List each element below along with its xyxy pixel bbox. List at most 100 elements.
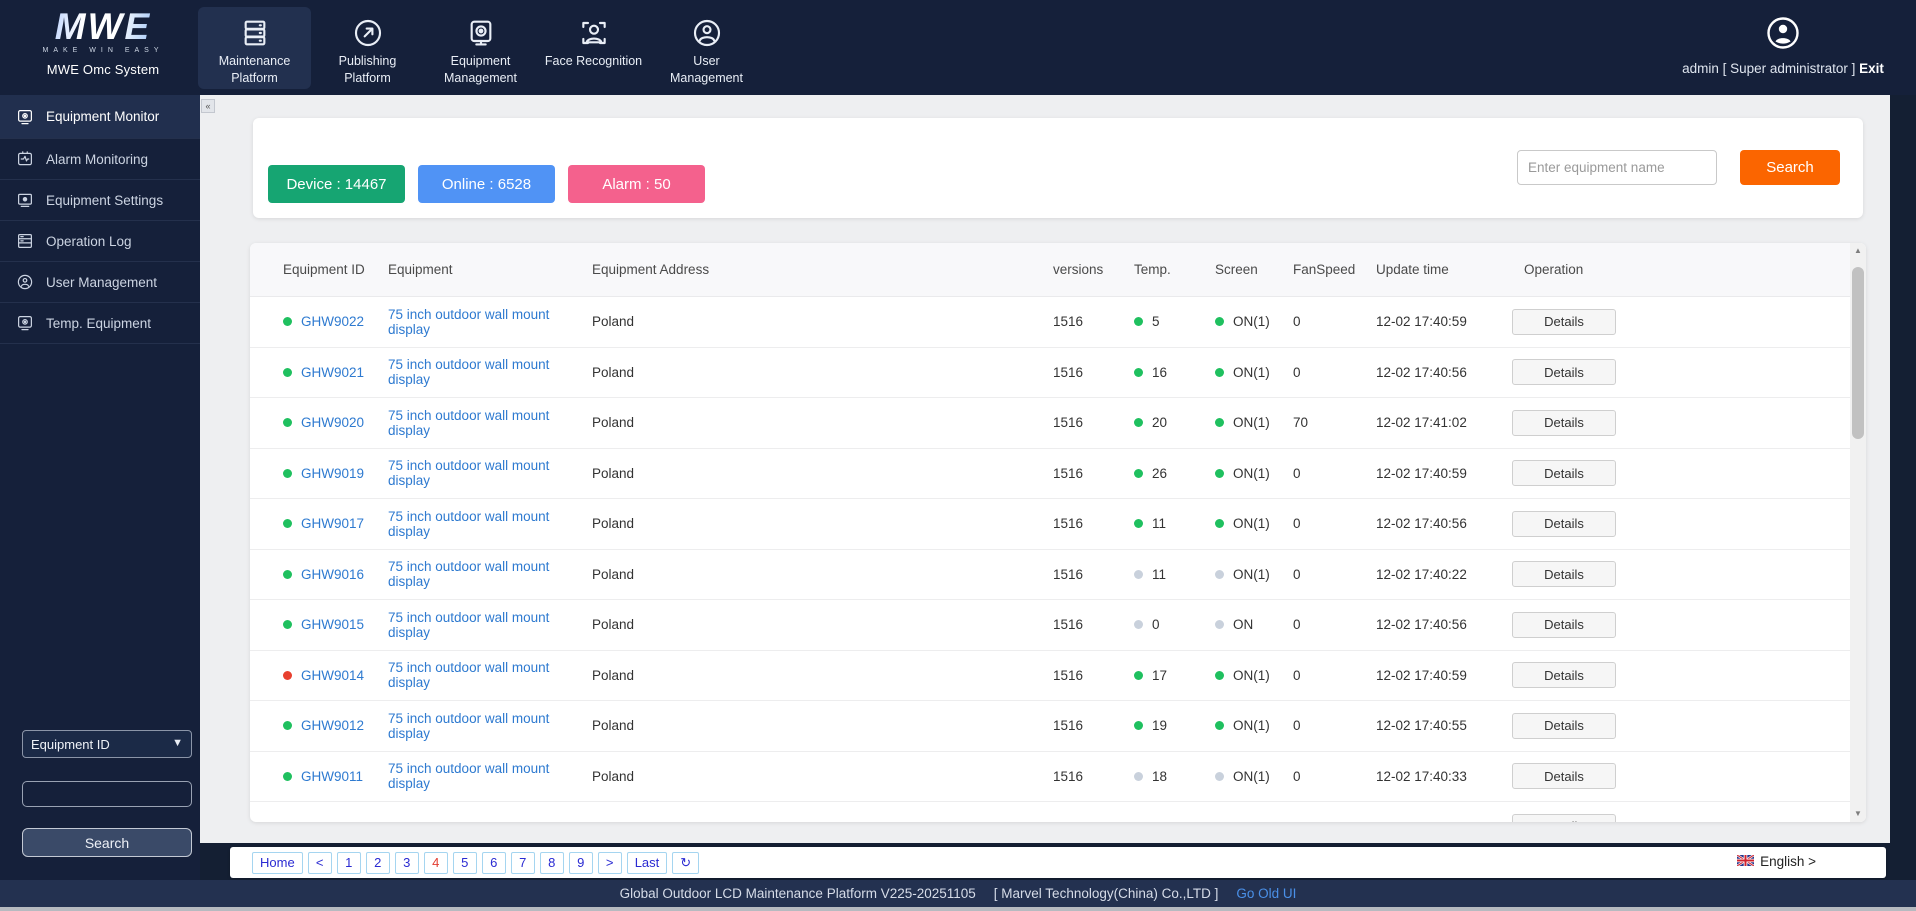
nav-tab-user-management[interactable]: User Management [650, 7, 763, 89]
operation-cell: Details [1512, 409, 1866, 436]
table-scrollbar[interactable]: ▲ ▼ [1850, 243, 1866, 822]
table-row: GHW9011 75 inch outdoor wall mount displa… [250, 752, 1866, 802]
nav-tab-face-recognition[interactable]: Face Recognition [537, 7, 650, 89]
sidebar-item-operation-log[interactable]: Operation Log [0, 221, 200, 262]
equipment-address-cell: Poland [592, 314, 635, 330]
sidebar-item-label: Operation Log [46, 233, 132, 249]
page-button-[interactable]: < [307, 851, 332, 874]
screen-value: ON(1) [1233, 364, 1270, 380]
equipment-id-link[interactable]: GHW9011 [301, 769, 363, 784]
temp-cell: 20 [1134, 415, 1215, 430]
page-button-8[interactable]: 8 [539, 851, 564, 874]
equipment-id-link[interactable]: GHW9022 [301, 314, 364, 329]
equipment-link[interactable]: 75 inch outdoor wall mount display [388, 509, 549, 539]
page-button-7[interactable]: 7 [510, 851, 535, 874]
page-button-9[interactable]: 9 [568, 851, 593, 874]
table-body: GHW9022 75 inch outdoor wall mount displa… [250, 297, 1866, 822]
table-row: GHW9022 75 inch outdoor wall mount displa… [250, 297, 1866, 348]
equipment-link[interactable]: 75 inch outdoor wall mount display [388, 761, 549, 791]
equipment-id-link[interactable]: GHW9015 [301, 617, 364, 632]
details-button[interactable]: Details [1512, 662, 1616, 689]
details-button[interactable]: Details [1512, 611, 1616, 638]
page-button-6[interactable]: 6 [481, 851, 506, 874]
details-button[interactable]: Details [1512, 561, 1616, 588]
equipment-address-cell: Poland [592, 768, 635, 784]
equipment-id-cell: GHW9011 [283, 769, 388, 784]
equipment-link[interactable]: 75 inch outdoor wall mount display [388, 559, 549, 589]
page-button-1[interactable]: 1 [336, 851, 361, 874]
equipment-link[interactable]: 75 inch outdoor wall mount display [388, 458, 549, 488]
equipment-link[interactable]: 75 inch outdoor wall mount display [388, 357, 549, 387]
details-button[interactable]: Details [1512, 712, 1616, 739]
equipment-id-link[interactable]: GHW9017 [301, 516, 364, 531]
details-button[interactable]: Details [1512, 409, 1616, 436]
status-dot-green [283, 367, 292, 377]
avatar-icon[interactable] [1766, 16, 1800, 55]
sidebar-collapse-toggle[interactable]: « [201, 99, 215, 113]
screen-status-dot [1215, 418, 1224, 428]
equipment-link[interactable]: 75 inch outdoor wall mount display [388, 307, 549, 337]
page-button-4[interactable]: 4 [423, 851, 448, 874]
sidebar-item-equipment-settings[interactable]: Equipment Settings [0, 180, 200, 221]
equipment-id-link[interactable]: GHW9014 [301, 668, 364, 683]
sidebar-item-alarm-monitoring[interactable]: Alarm Monitoring [0, 139, 200, 180]
equipment-cell: 75 inch outdoor wall mount display [388, 761, 592, 791]
refresh-icon[interactable]: ↻ [672, 851, 700, 874]
equipment-id-select[interactable]: Equipment ID [22, 730, 192, 758]
details-button[interactable]: Details [1512, 510, 1616, 537]
nav-tab-equipment-management[interactable]: Equipment Management [424, 7, 537, 89]
status-dot-red [283, 670, 292, 680]
sidebar-item-temp-equipment[interactable]: Temp. Equipment [0, 303, 200, 344]
stat-button-online[interactable]: Online : 6528 [418, 165, 555, 203]
page-button-home[interactable]: Home [252, 851, 303, 874]
screen-value: ON(1) [1233, 768, 1270, 784]
sidebar-item-equipment-monitor[interactable]: Equipment Monitor [0, 95, 200, 139]
details-button[interactable]: Details [1512, 359, 1616, 386]
equipment-id-link[interactable]: GHW9012 [301, 718, 364, 733]
equipment-id-link[interactable]: GHW9020 [301, 415, 364, 430]
fanspeed-cell: 0 [1293, 465, 1301, 481]
stat-button-device[interactable]: Device : 14467 [268, 165, 405, 203]
temp-status-dot [1134, 468, 1143, 478]
equipment-id-link[interactable]: GHW9016 [301, 567, 364, 582]
exit-button[interactable]: Exit [1859, 61, 1884, 76]
operation-cell: Details [1512, 662, 1866, 689]
page-button-5[interactable]: 5 [452, 851, 477, 874]
equipment-link[interactable]: 75 inch outdoor wall mount display [388, 408, 549, 438]
nav-tab-publishing-platform[interactable]: Publishing Platform [311, 7, 424, 89]
scroll-down-icon[interactable]: ▼ [1850, 806, 1866, 822]
page-button-[interactable]: > [597, 851, 622, 874]
details-button[interactable]: Details [1512, 460, 1616, 487]
page-button-3[interactable]: 3 [394, 851, 419, 874]
status-dot-green [283, 418, 292, 428]
details-button[interactable]: Details [1512, 763, 1616, 790]
equipment-link[interactable]: 75 inch outdoor wall mount display [388, 711, 549, 741]
sidebar-search-button[interactable]: Search [22, 828, 192, 857]
monitor-gear-icon [465, 16, 497, 50]
go-old-ui-link[interactable]: Go Old UI [1236, 886, 1296, 901]
page-button-last[interactable]: Last [626, 851, 668, 874]
scrollbar-thumb[interactable] [1852, 267, 1864, 439]
details-button[interactable]: Details [1512, 813, 1616, 822]
equipment-id-link[interactable]: GHW9021 [301, 365, 364, 380]
temp-value: 5 [1152, 314, 1160, 330]
details-button[interactable]: Details [1512, 308, 1616, 335]
page-button-2[interactable]: 2 [365, 851, 390, 874]
table-header-row: Equipment ID Equipment Equipment Address ve… [250, 243, 1866, 297]
scroll-up-icon[interactable]: ▲ [1850, 243, 1866, 259]
sidebar-filter-input[interactable] [22, 781, 192, 807]
screen-cell: ON(1) [1215, 567, 1293, 582]
equipment-id-link[interactable]: GHW9019 [301, 466, 364, 481]
column-header-update-time: Update time [1376, 262, 1449, 277]
language-label[interactable]: English > [1760, 854, 1816, 869]
nav-tab-maintenance-platform[interactable]: Maintenance Platform [198, 7, 311, 89]
stat-button-alarm[interactable]: Alarm : 50 [568, 165, 705, 203]
equipment-link[interactable]: 75 inch outdoor wall mount display [388, 610, 549, 640]
equipment-name-input[interactable] [1517, 150, 1717, 185]
sidebar-item-user-management[interactable]: User Management [0, 262, 200, 303]
equipment-link[interactable]: 75 inch outdoor wall mount display [388, 660, 549, 690]
language-selector[interactable]: English > [1736, 853, 1816, 869]
equipment-id-cell: GHW9019 [283, 466, 388, 481]
search-button[interactable]: Search [1740, 150, 1840, 185]
logo-brand: MWE [38, 8, 168, 45]
